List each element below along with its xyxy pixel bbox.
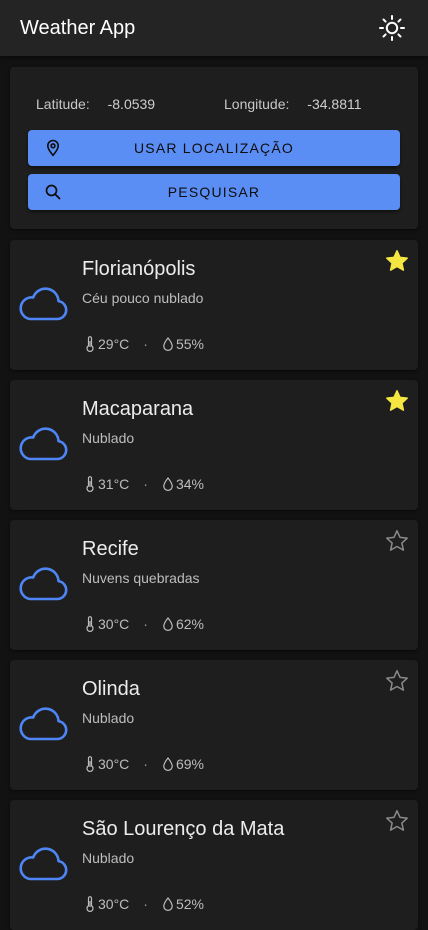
humidity-drop-icon (163, 757, 173, 771)
weather-stats: 30°C · 62% (84, 616, 204, 632)
longitude-readout: Longitude: -34.8811 (224, 96, 362, 112)
temperature-value: 29°C (98, 336, 130, 352)
search-button[interactable]: PESQUISAR (28, 174, 400, 210)
latitude-readout: Latitude: -8.0539 (36, 96, 155, 112)
humidity-value: 55% (175, 336, 204, 352)
weather-description: Nublado (82, 710, 135, 726)
app-title: Weather App (20, 17, 136, 39)
city-card[interactable]: Macaparana Nublado 31°C · 34% (10, 380, 418, 510)
cloud-icon (19, 427, 68, 461)
cloud-icon (19, 847, 68, 881)
temperature-value: 30°C (98, 756, 130, 772)
thermometer-icon (86, 896, 94, 912)
city-name: Recife (82, 538, 139, 560)
weather-stats: 31°C · 34% (84, 476, 204, 492)
star-outline-icon[interactable] (384, 808, 410, 834)
city-name: Florianópolis (82, 258, 196, 280)
separator-dot: · (143, 476, 148, 492)
weather-description: Nuvens quebradas (82, 570, 200, 586)
weather-description: Nublado (82, 430, 135, 446)
thermometer-icon (86, 756, 94, 772)
weather-stats: 29°C · 55% (84, 336, 204, 352)
city-name: Olinda (82, 678, 140, 700)
humidity-value: 69% (175, 756, 204, 772)
use-location-label: USAR LOCALIZAÇÃO (133, 140, 294, 156)
weather-stats: 30°C · 52% (84, 896, 204, 912)
humidity-value: 34% (175, 476, 204, 492)
city-name: Macaparana (82, 398, 194, 420)
latitude-value: -8.0539 (107, 96, 156, 112)
weather-description: Nublado (82, 850, 135, 866)
location-pin-icon (46, 139, 60, 157)
humidity-value: 62% (175, 616, 204, 632)
app-bar: Weather App (0, 0, 428, 56)
longitude-value: -34.8811 (307, 96, 362, 112)
thermometer-icon (86, 476, 94, 492)
search-label: PESQUISAR (167, 184, 261, 200)
star-filled-icon[interactable] (384, 248, 410, 274)
thermometer-icon (86, 616, 94, 632)
temperature-value: 30°C (98, 896, 130, 912)
separator-dot: · (143, 756, 148, 772)
humidity-drop-icon (163, 617, 173, 631)
humidity-drop-icon (163, 897, 173, 911)
thermometer-icon (86, 336, 94, 352)
weather-description: Céu pouco nublado (82, 290, 204, 306)
city-card[interactable]: São Lourenço da Mata Nublado 30°C · 52% (10, 800, 418, 930)
separator-dot: · (143, 336, 148, 352)
star-outline-icon[interactable] (384, 668, 410, 694)
city-card[interactable]: Olinda Nublado 30°C · 69% (10, 660, 418, 790)
star-filled-icon[interactable] (384, 388, 410, 414)
cloud-icon (19, 567, 68, 601)
sun-icon (379, 15, 405, 41)
cloud-icon (19, 287, 68, 321)
separator-dot: · (143, 896, 148, 912)
temperature-value: 31°C (98, 476, 130, 492)
humidity-drop-icon (163, 477, 173, 491)
search-icon (45, 184, 61, 200)
city-card[interactable]: Recife Nuvens quebradas 30°C · 62% (10, 520, 418, 650)
location-panel: Latitude: -8.0539 Longitude: -34.8811 US… (10, 67, 418, 229)
city-card[interactable]: Florianópolis Céu pouco nublado 29°C · 55% (10, 240, 418, 370)
theme-toggle-button[interactable] (376, 12, 408, 44)
temperature-value: 30°C (98, 616, 130, 632)
use-location-button[interactable]: USAR LOCALIZAÇÃO (28, 130, 400, 166)
star-outline-icon[interactable] (384, 528, 410, 554)
separator-dot: · (143, 616, 148, 632)
city-name: São Lourenço da Mata (82, 818, 285, 840)
longitude-label: Longitude: (224, 96, 290, 112)
weather-stats: 30°C · 69% (84, 756, 204, 772)
humidity-value: 52% (175, 896, 204, 912)
latitude-label: Latitude: (36, 96, 90, 112)
cloud-icon (19, 707, 68, 741)
humidity-drop-icon (163, 337, 173, 351)
